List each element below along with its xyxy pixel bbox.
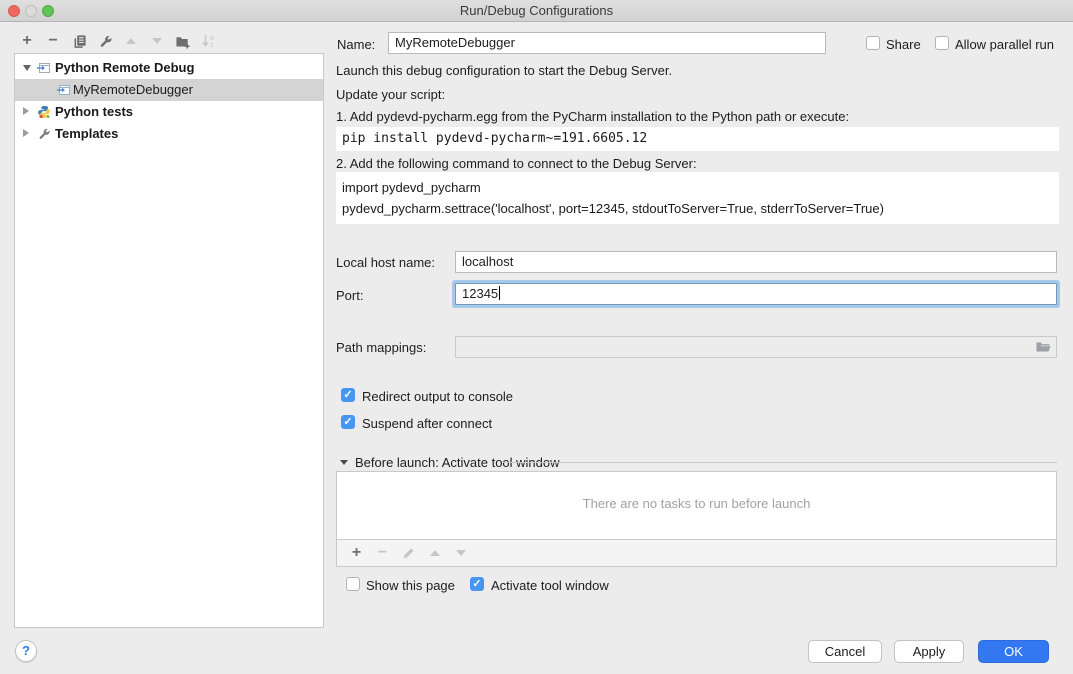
settrace-code-block: import pydevd_pycharm pydevd_pycharm.set… [336, 172, 1059, 224]
collapsed-chevron-icon[interactable] [23, 107, 29, 115]
allow-parallel-run-checkbox[interactable] [935, 36, 949, 50]
port-input[interactable]: 12345 [455, 283, 1057, 305]
intro-text: Launch this debug configuration to start… [336, 63, 672, 78]
show-this-page-label: Show this page [366, 578, 455, 593]
activate-tool-window-label: Activate tool window [491, 578, 609, 593]
update-script-text: Update your script: [336, 87, 445, 102]
before-launch-empty-text: There are no tasks to run before launch [336, 496, 1057, 511]
arrow-up-icon [430, 550, 440, 556]
share-label: Share [886, 37, 921, 52]
port-value: 12345 [462, 286, 498, 301]
tree-item-templates[interactable]: Templates [15, 123, 323, 145]
tree-item-python-tests[interactable]: Python tests [15, 101, 323, 123]
create-folder-button[interactable] [175, 33, 191, 49]
share-checkbox[interactable] [866, 36, 880, 50]
allow-parallel-run-label: Allow parallel run [955, 37, 1054, 52]
code-line-2: pydevd_pycharm.settrace('localhost', por… [342, 198, 1059, 219]
section-divider [503, 462, 1057, 463]
redirect-output-checkbox[interactable] [341, 388, 355, 402]
text-caret [499, 286, 500, 300]
tree-item-label: MyRemoteDebugger [73, 82, 193, 97]
move-up-button[interactable] [123, 33, 139, 49]
pip-install-command: pip install pydevd-pycharm~=191.6605.12 [336, 127, 1059, 151]
arrow-down-icon [152, 38, 162, 44]
path-mappings-input[interactable] [455, 336, 1057, 358]
move-task-up-button[interactable] [428, 547, 441, 560]
pencil-icon [402, 547, 415, 560]
arrow-down-icon [456, 550, 466, 556]
cancel-button[interactable]: Cancel [808, 640, 882, 663]
add-configuration-button[interactable]: + [19, 33, 35, 49]
name-value: MyRemoteDebugger [395, 35, 515, 50]
remove-task-button[interactable]: − [376, 547, 389, 560]
remove-configuration-button[interactable]: − [45, 33, 61, 49]
folder-plus-icon [175, 34, 191, 49]
tree-item-myremotedebugger[interactable]: MyRemoteDebugger [15, 79, 323, 101]
window-title: Run/Debug Configurations [0, 0, 1073, 21]
local-host-name-value: localhost [462, 254, 513, 269]
redirect-output-label: Redirect output to console [362, 389, 513, 404]
help-button[interactable]: ? [15, 640, 37, 662]
arrow-up-icon [126, 38, 136, 44]
remote-debug-icon [37, 61, 51, 74]
code-line-1: import pydevd_pycharm [342, 177, 1059, 198]
local-host-name-input[interactable]: localhost [455, 251, 1057, 273]
step2-text: 2. Add the following command to connect … [336, 156, 697, 171]
before-launch-collapse-chevron[interactable] [340, 460, 348, 465]
python-tests-icon [37, 105, 51, 119]
remote-debug-icon [57, 83, 71, 96]
sort-alphabetically-icon: a z [201, 33, 217, 49]
ok-button[interactable]: OK [978, 640, 1049, 663]
copy-configuration-button[interactable] [71, 33, 87, 49]
expanded-chevron-icon[interactable] [23, 65, 31, 71]
svg-text:z: z [210, 42, 214, 49]
activate-tool-window-checkbox[interactable] [470, 577, 484, 591]
suspend-after-connect-checkbox[interactable] [341, 415, 355, 429]
browse-folder-icon[interactable] [1035, 340, 1051, 354]
collapsed-chevron-icon[interactable] [23, 129, 29, 137]
sort-configurations-button[interactable]: a z [201, 33, 217, 49]
configurations-tree: Python Remote Debug MyRemoteDebugger Pyt… [14, 53, 324, 628]
before-launch-toolbar: + − [336, 539, 1057, 567]
title-bar: Run/Debug Configurations [0, 0, 1073, 22]
name-input[interactable]: MyRemoteDebugger [388, 32, 826, 54]
step1-text: 1. Add pydevd-pycharm.egg from the PyCha… [336, 109, 849, 124]
suspend-after-connect-label: Suspend after connect [362, 416, 492, 431]
tree-item-label: Python Remote Debug [55, 60, 194, 75]
configurations-toolbar: + − a z [19, 33, 217, 49]
apply-button[interactable]: Apply [894, 640, 964, 663]
path-mappings-label: Path mappings: [336, 340, 426, 355]
move-task-down-button[interactable] [454, 547, 467, 560]
tree-item-label: Templates [55, 126, 118, 141]
local-host-name-label: Local host name: [336, 255, 435, 270]
wrench-icon [98, 34, 113, 49]
show-this-page-checkbox[interactable] [346, 577, 360, 591]
add-task-button[interactable]: + [350, 547, 363, 560]
wrench-icon [37, 127, 51, 141]
port-label: Port: [336, 288, 363, 303]
move-down-button[interactable] [149, 33, 165, 49]
name-label: Name: [337, 37, 375, 52]
edit-task-button[interactable] [402, 547, 415, 560]
edit-templates-button[interactable] [97, 33, 113, 49]
copy-icon [72, 34, 87, 49]
svg-text:a: a [210, 35, 214, 42]
tree-item-python-remote-debug[interactable]: Python Remote Debug [15, 57, 323, 79]
tree-item-label: Python tests [55, 104, 133, 119]
